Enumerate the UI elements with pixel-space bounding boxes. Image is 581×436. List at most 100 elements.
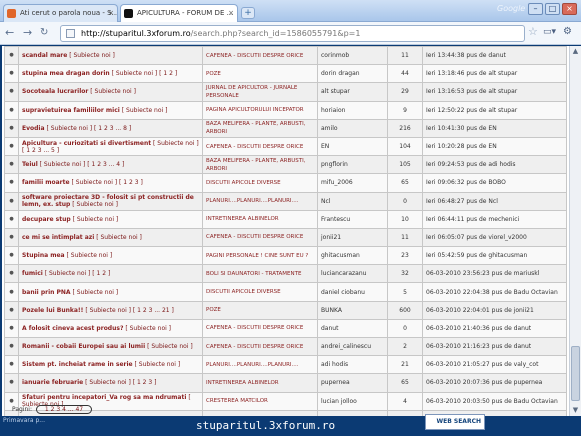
last-post-text[interactable]: Ieri 10:20:28 pus de EN [426,143,497,150]
close-window-button[interactable]: × [562,3,577,15]
reload-icon[interactable]: ↻ [40,26,48,40]
last-post-text[interactable]: Ieri 09:06:32 pus de BOBO [426,179,506,186]
forum-link[interactable]: CAFENEA - DISCUTII DESPRE ORICE [206,53,303,59]
forum-link[interactable]: CAFENEA - DISCUTII DESPRE ORICE [206,144,303,150]
forum-link[interactable]: DISCUTII APICOLE DIVERSE [206,289,281,295]
topic-pages[interactable]: [ Subiecte noi ] [72,289,118,296]
topic-pages[interactable]: [ Subiecte noi ] [67,252,113,259]
topic-link[interactable]: Evodia [22,125,45,132]
new-tab-button[interactable]: + [241,7,255,19]
last-post-text[interactable]: 06-03-2010 20:07:36 pus de pupernea [426,379,542,386]
author-link[interactable]: horiaion [321,107,345,114]
forum-link[interactable]: CAFENEA - DISCUTII DESPRE ORICE [206,344,303,350]
topic-pages[interactable]: [ Subiecte noi ] [ 1 2 ] [112,70,178,77]
last-post-text[interactable]: Ieri 13:44:38 pus de danut [426,52,506,59]
topic-pages[interactable]: [ Subiecte noi ] [147,343,193,350]
last-post-text[interactable]: 06-03-2010 21:05:27 pus de valy_cot [426,361,538,368]
forum-link[interactable]: BAZA MELIFERA - PLANTE, ARBUSTI, ARBORI [206,121,306,135]
author-link[interactable]: pngflorin [321,161,348,168]
author-link[interactable]: mifu_2006 [321,179,353,186]
topic-link[interactable]: scandal mare [22,52,67,59]
forum-link[interactable]: POZE [206,71,221,77]
forum-link[interactable]: DISCUTII APICOLE DIVERSE [206,180,281,186]
author-link[interactable]: alt stupar [321,88,350,95]
topic-link[interactable]: familii moarte [22,179,70,186]
forum-link[interactable]: INTRETINEREA ALBINELOR [206,380,279,386]
topic-link[interactable]: decupare stup [22,216,71,223]
last-post-text[interactable]: Ieri 13:16:53 pus de alt stupar [426,88,517,95]
topic-link[interactable]: fumici [22,270,43,277]
topic-pages[interactable]: [ Subiecte noi ] [72,201,118,208]
topic-link[interactable]: banii prin PNA [22,289,71,296]
scroll-down-icon[interactable]: ▼ [570,405,581,416]
tab-close-icon[interactable]: × [108,5,114,21]
topic-pages[interactable]: [ Subiecte noi ] [ 1 2 3 ] [85,379,156,386]
scroll-up-icon[interactable]: ▲ [570,46,581,57]
topic-link[interactable]: Teiul [22,161,38,168]
last-post-text[interactable]: 06-03-2010 21:40:36 pus de danut [426,325,531,332]
last-post-text[interactable]: 06-03-2010 21:16:23 pus de danut [426,343,531,350]
topic-pages[interactable]: [ Subiecte noi ] [ 1 2 3 ] [71,179,142,186]
author-link[interactable]: Frantescu [321,216,350,223]
forum-link[interactable]: PAGINA APICULTORULUI INCEPATOR [206,107,304,113]
author-link[interactable]: Ncl [321,198,330,205]
topic-link[interactable]: Sfaturi pentru incepatori_Va rog sa ma n… [22,394,186,401]
author-link[interactable]: corinmob [321,52,349,59]
topic-pages[interactable]: [ Subiecte noi ] [73,216,119,223]
address-bar[interactable]: http://stuparitul.3xforum.ro/search.php?… [60,25,525,42]
topic-pages[interactable]: [ Subiecte noi ] [ 1 2 3 ... 21 ] [85,307,174,314]
author-link[interactable]: dorin dragan [321,70,360,77]
topic-link[interactable]: stupina mea dragan dorin [22,70,110,77]
forum-link[interactable]: PLANURI....PLANURI....PLANURI.... [206,198,299,204]
last-post-text[interactable]: Ieri 09:24:53 pus de adi hodis [426,161,516,168]
topic-pages[interactable]: [ Subiecte noi ] [ 1 2 ] [45,270,111,277]
forum-link[interactable]: JURNAL DE APICULTOR - JURNALE PERSONALE [206,85,297,99]
last-post-text[interactable]: Ieri 13:18:46 pus de alt stupar [426,70,517,77]
tab-apicultura[interactable]: APICULTURA - FORUM DE ... × [120,4,238,22]
last-post-text[interactable]: 06-03-2010 22:04:01 pus de jonii21 [426,307,534,314]
topic-link[interactable]: Romanii - cobaii Europei sau ai lumii [22,343,145,350]
author-link[interactable]: daniel ciobanu [321,289,365,296]
forum-link[interactable]: PLANURI....PLANURI....PLANURI.... [206,362,299,368]
author-link[interactable]: amilo [321,125,338,132]
topic-link[interactable]: Pozele lui Bunka!! [22,307,83,314]
maximize-button[interactable]: □ [545,3,560,15]
topic-pages[interactable]: [ Subiecte noi ] [69,52,115,59]
last-post-text[interactable]: 06-03-2010 23:56:23 pus de mariuskl [426,270,539,277]
topic-link[interactable]: Socoteala lucrarilor [22,88,88,95]
topic-link[interactable]: ianuarie februarie [22,379,83,386]
tab-close-icon[interactable]: × [228,5,234,21]
back-icon[interactable]: ← [5,26,14,40]
last-post-text[interactable]: Ieri 05:42:59 pus de ghitacusman [426,252,527,259]
topic-pages[interactable]: [ Subiecte noi ] [96,234,142,241]
bookmark-star-icon[interactable]: ☆ [528,25,538,38]
forward-icon[interactable]: → [23,26,32,40]
last-post-text[interactable]: 06-03-2010 22:04:38 pus de Badu Octavian [426,289,558,296]
tab-password[interactable]: Ati cerut o parola noua - S... × [3,4,118,22]
forum-link[interactable]: CAFENEA - DISCUTII DESPRE ORICE [206,325,303,331]
scroll-thumb[interactable] [571,346,580,401]
last-post-text[interactable]: Ieri 12:50:22 pus de alt stupar [426,107,517,114]
topic-pages[interactable]: [ Subiecte noi ] [125,325,171,332]
topic-pages[interactable]: [ Subiecte noi ] [135,361,181,368]
author-link[interactable]: EN [321,143,329,150]
author-link[interactable]: luciancarazanu [321,270,366,277]
author-link[interactable]: lucian jolloo [321,398,357,405]
author-link[interactable]: adi hodis [321,361,348,368]
last-post-text[interactable]: Ieri 10:41:30 pus de EN [426,125,497,132]
author-link[interactable]: andrei_calinescu [321,343,371,350]
topic-pages[interactable]: [ Subiecte noi ] [122,107,168,114]
forum-link[interactable]: POZE [206,307,221,313]
last-post-text[interactable]: Ieri 06:05:07 pus de viorel_v2000 [426,234,527,241]
page-menu-icon[interactable]: ▭▾ [543,27,556,37]
author-link[interactable]: danut [321,325,338,332]
topic-link[interactable]: supravietuirea familiilor mici [22,107,120,114]
vertical-scrollbar[interactable]: ▲ ▼ [569,46,581,416]
topic-pages[interactable]: [ Subiecte noi ] [ 1 2 3 ... 4 ] [40,161,125,168]
forum-link[interactable]: BAZA MELIFERA - PLANTE, ARBUSTI, ARBORI [206,158,306,172]
topic-link[interactable]: A folosit cineva acest produs? [22,325,123,332]
topic-pages[interactable]: [ Subiecte noi ] [90,88,136,95]
last-post-text[interactable]: 06-03-2010 20:03:50 pus de Badu Octavian [426,398,558,405]
topic-link[interactable]: ce mi se intimplat azi [22,234,94,241]
author-link[interactable]: pupernea [321,379,350,386]
